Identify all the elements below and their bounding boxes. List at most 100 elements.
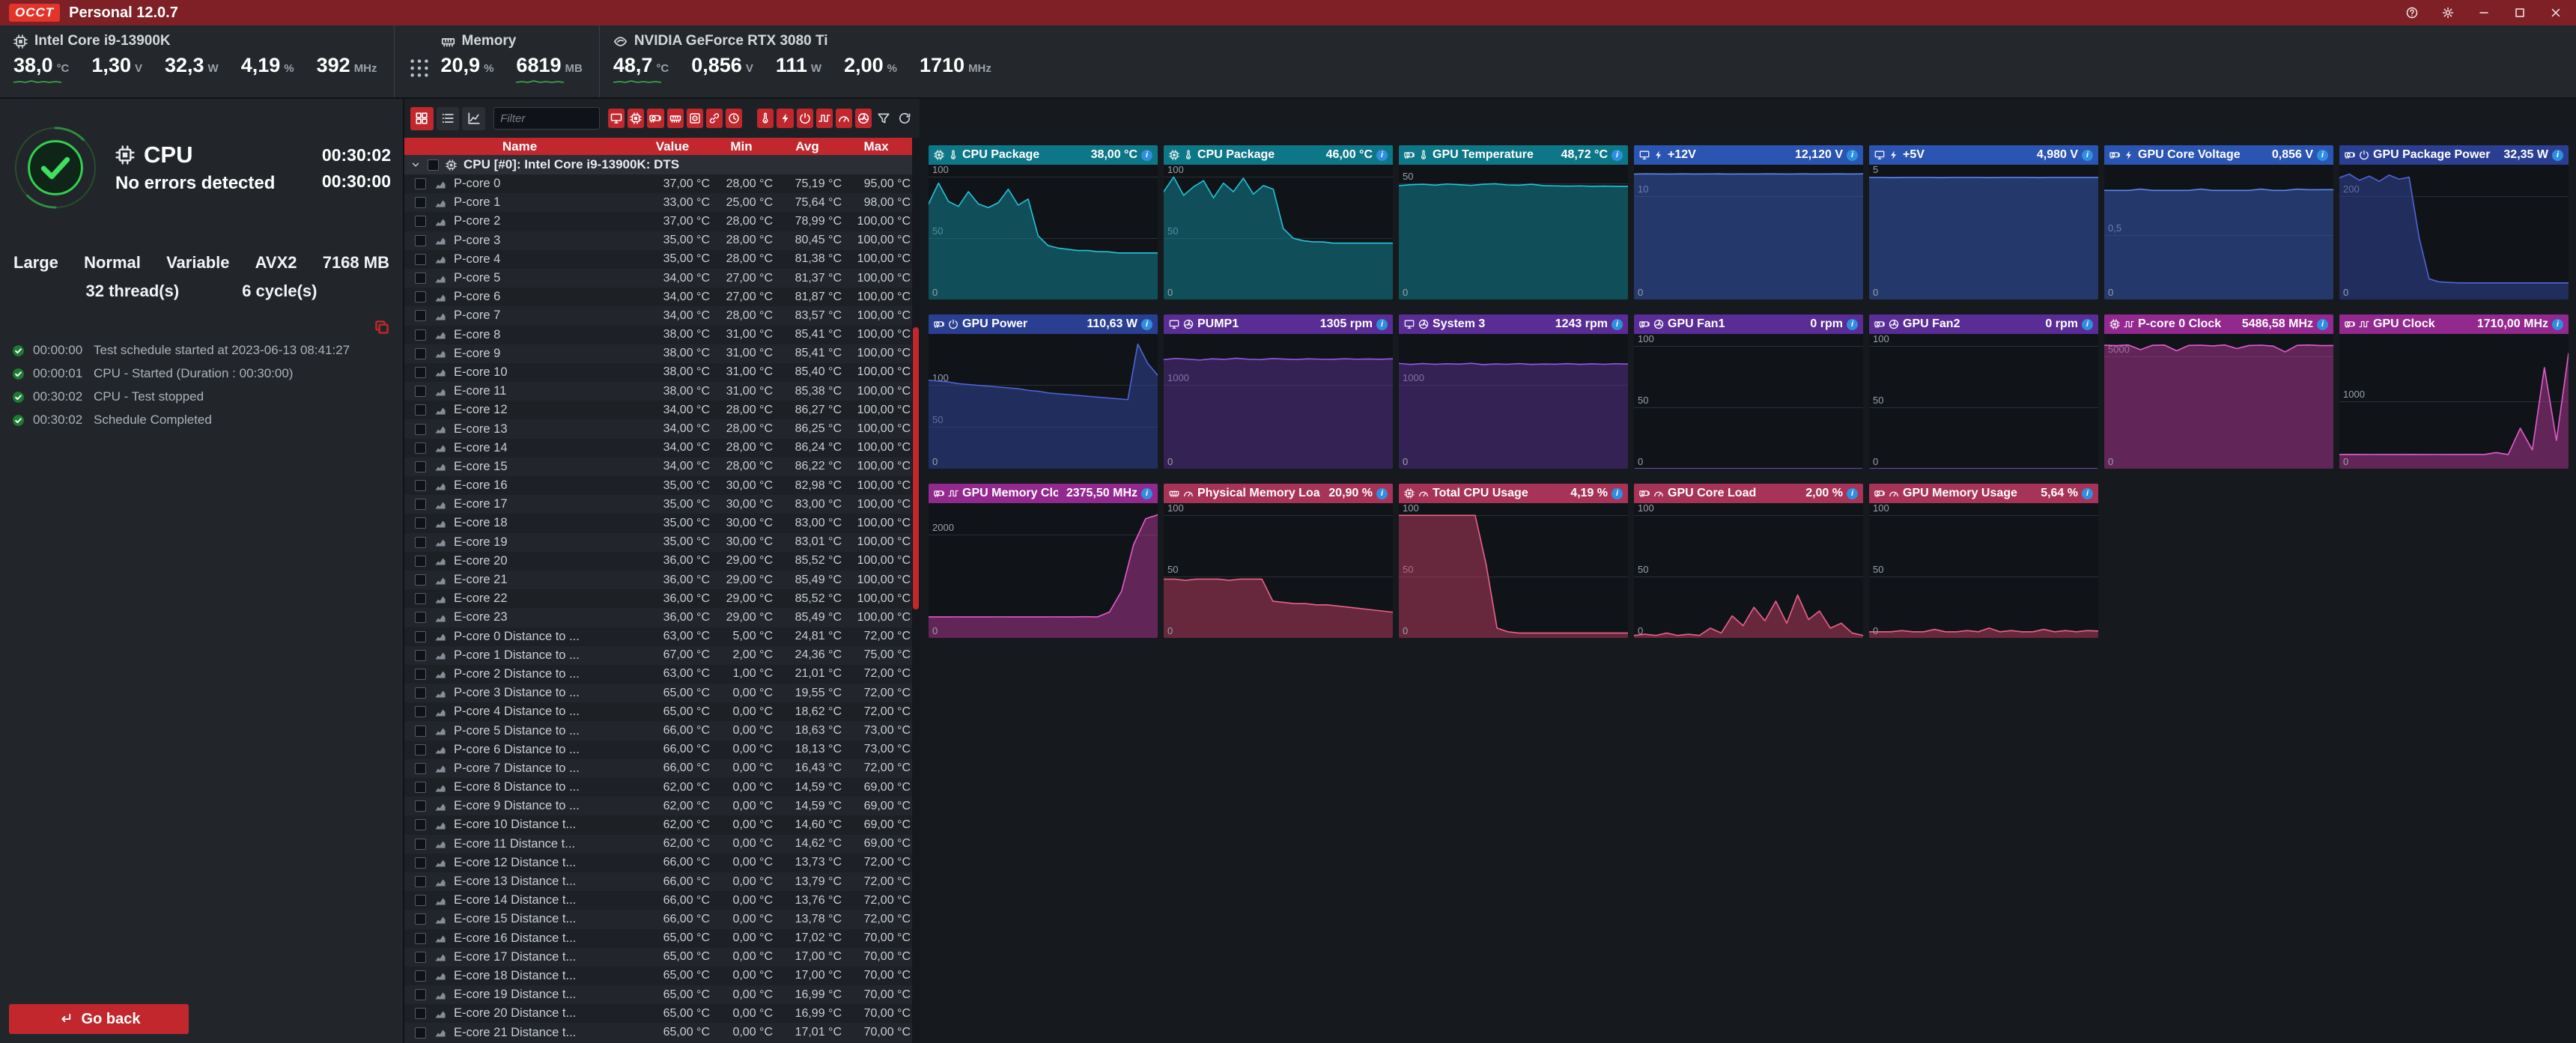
tile-header[interactable]: GPU Memory Usage 5,64 % i [1869,484,2098,503]
refresh-button[interactable] [896,107,914,130]
row-checkbox[interactable] [415,612,426,623]
info-icon[interactable]: i [2317,150,2328,161]
table-row[interactable]: P-core 1 Distance to ... 67,00 °C 2,00 °… [404,646,920,665]
tile-header[interactable]: +12V 12,120 V i [1634,145,1863,165]
row-checkbox[interactable] [415,876,426,887]
filter-motherboard-button[interactable] [608,109,625,128]
filter-storage-button[interactable] [687,109,703,128]
row-checkbox[interactable] [415,593,426,604]
row-checkbox[interactable] [415,782,426,793]
table-row[interactable]: P-core 2 37,00 °C 28,00 °C 78,99 °C 100,… [404,212,920,231]
show-voltages-button[interactable] [777,109,793,128]
row-checkbox[interactable] [415,291,426,302]
grid-view-button[interactable] [410,107,434,130]
info-icon[interactable]: i [1847,150,1858,161]
row-checkbox[interactable] [415,461,426,472]
row-checkbox[interactable] [415,499,426,510]
table-row[interactable]: E-core 10 Distance t... 62,00 °C 0,00 °C… [404,815,920,834]
table-row[interactable]: E-core 15 34,00 °C 28,00 °C 86,22 °C 100… [404,457,920,476]
table-row[interactable]: P-core 1 33,00 °C 25,00 °C 75,64 °C 98,0… [404,193,920,212]
table-row[interactable]: P-core 5 34,00 °C 27,00 °C 81,37 °C 100,… [404,269,920,288]
table-scrollbar[interactable] [912,138,920,1043]
table-row[interactable]: E-core 13 Distance t... 66,00 °C 0,00 °C… [404,872,920,891]
row-checkbox[interactable] [415,254,426,265]
table-row[interactable]: P-core 3 35,00 °C 28,00 °C 80,45 °C 100,… [404,231,920,250]
table-row[interactable]: P-core 4 35,00 °C 28,00 °C 81,38 °C 100,… [404,250,920,269]
filter-memory-button[interactable] [667,109,684,128]
row-checkbox[interactable] [415,650,426,661]
table-row[interactable]: E-core 17 35,00 °C 30,00 °C 83,00 °C 100… [404,495,920,514]
table-row[interactable]: E-core 11 Distance t... 62,00 °C 0,00 °C… [404,835,920,854]
tile-header[interactable]: GPU Fan2 0 rpm i [1869,314,2098,334]
tile-header[interactable]: GPU Memory Clock 2375,50 MHz i [929,484,1158,503]
table-row[interactable]: E-core 20 Distance t... 65,00 °C 0,00 °C… [404,1004,920,1023]
row-checkbox[interactable] [415,857,426,869]
filter-network-button[interactable] [706,109,723,128]
table-row[interactable]: E-core 13 34,00 °C 28,00 °C 86,25 °C 100… [404,419,920,438]
row-checkbox[interactable] [415,386,426,397]
table-row[interactable]: P-core 2 Distance to ... 63,00 °C 1,00 °… [404,665,920,684]
filter-gpu-button[interactable] [647,109,663,128]
table-row[interactable]: E-core 21 36,00 °C 29,00 °C 85,49 °C 100… [404,571,920,589]
table-row[interactable]: E-core 19 35,00 °C 30,00 °C 83,01 °C 100… [404,533,920,552]
row-checkbox[interactable] [415,329,426,341]
row-checkbox[interactable] [415,273,426,284]
filter-other-button[interactable] [726,109,742,128]
table-row[interactable]: E-core 21 Distance t... 65,00 °C 0,00 °C… [404,1023,920,1042]
minimize-button[interactable] [2477,6,2491,19]
tile-header[interactable]: CPU Package 46,00 °C i [1164,145,1393,165]
copy-log-button[interactable] [373,319,391,337]
row-checkbox[interactable] [415,424,426,435]
tile-header[interactable]: P-core 0 Clock 5486,58 MHz i [2104,314,2333,334]
show-power-button[interactable] [797,109,813,128]
row-checkbox[interactable] [415,367,426,378]
settings-button[interactable] [2441,6,2455,19]
tile-header[interactable]: GPU Power 110,63 W i [929,314,1158,334]
row-checkbox[interactable] [415,819,426,830]
table-row[interactable]: E-core 23 36,00 °C 29,00 °C 85,49 °C 100… [404,608,920,627]
tile-header[interactable]: GPU Temperature 48,72 °C i [1399,145,1628,165]
row-checkbox[interactable] [415,310,426,321]
show-fans-button[interactable] [855,109,872,128]
row-checkbox[interactable] [415,669,426,680]
table-row[interactable]: P-core 7 34,00 °C 28,00 °C 83,57 °C 100,… [404,306,920,325]
table-row[interactable]: E-core 15 Distance t... 66,00 °C 0,00 °C… [404,910,920,928]
table-scrollbar-thumb[interactable] [913,327,919,609]
info-icon[interactable]: i [1141,319,1152,330]
row-checkbox[interactable] [415,404,426,416]
table-row[interactable]: E-core 20 36,00 °C 29,00 °C 85,52 °C 100… [404,552,920,571]
info-icon[interactable]: i [2082,319,2093,330]
row-checkbox[interactable] [415,989,426,1000]
table-row[interactable]: E-core 10 38,00 °C 31,00 °C 85,40 °C 100… [404,363,920,382]
graph-view-button[interactable] [462,107,485,130]
maximize-button[interactable] [2513,6,2527,19]
table-row[interactable]: E-core 18 35,00 °C 30,00 °C 83,00 °C 100… [404,514,920,532]
table-row[interactable]: P-core 6 34,00 °C 27,00 °C 81,87 °C 100,… [404,288,920,306]
row-checkbox[interactable] [415,913,426,925]
row-checkbox[interactable] [415,235,426,246]
info-icon[interactable]: i [1376,319,1388,330]
info-icon[interactable]: i [1611,488,1623,499]
table-row[interactable]: P-core 4 Distance to ... 65,00 °C 0,00 °… [404,702,920,721]
row-checkbox[interactable] [415,197,426,208]
row-checkbox[interactable] [415,763,426,774]
table-row[interactable]: E-core 8 38,00 °C 31,00 °C 85,41 °C 100,… [404,326,920,344]
info-icon[interactable]: i [1847,319,1858,330]
tile-header[interactable]: CPU Package 38,00 °C i [929,145,1158,165]
info-icon[interactable]: i [2082,150,2093,161]
tile-header[interactable]: System 3 1243 rpm i [1399,314,1628,334]
row-checkbox[interactable] [415,952,426,963]
tile-header[interactable]: GPU Package Power 32,35 W i [2339,145,2569,165]
tile-header[interactable]: GPU Fan1 0 rpm i [1634,314,1863,334]
table-row[interactable]: E-core 9 Distance to ... 62,00 °C 0,00 °… [404,797,920,815]
titlebar[interactable]: OCCT Personal 12.0.7 [0,0,2576,25]
tile-header[interactable]: GPU Core Voltage 0,856 V i [2104,145,2333,165]
show-usage-button[interactable] [836,109,852,128]
table-row[interactable]: E-core 22 36,00 °C 29,00 °C 85,52 °C 100… [404,589,920,608]
tile-header[interactable]: Total CPU Usage 4,19 % i [1399,484,1628,503]
table-row[interactable]: E-core 19 Distance t... 65,00 °C 0,00 °C… [404,985,920,1004]
go-back-button[interactable]: Go back [9,1004,189,1034]
info-icon[interactable]: i [2552,150,2563,161]
info-icon[interactable]: i [1141,488,1152,499]
row-checkbox[interactable] [415,556,426,567]
